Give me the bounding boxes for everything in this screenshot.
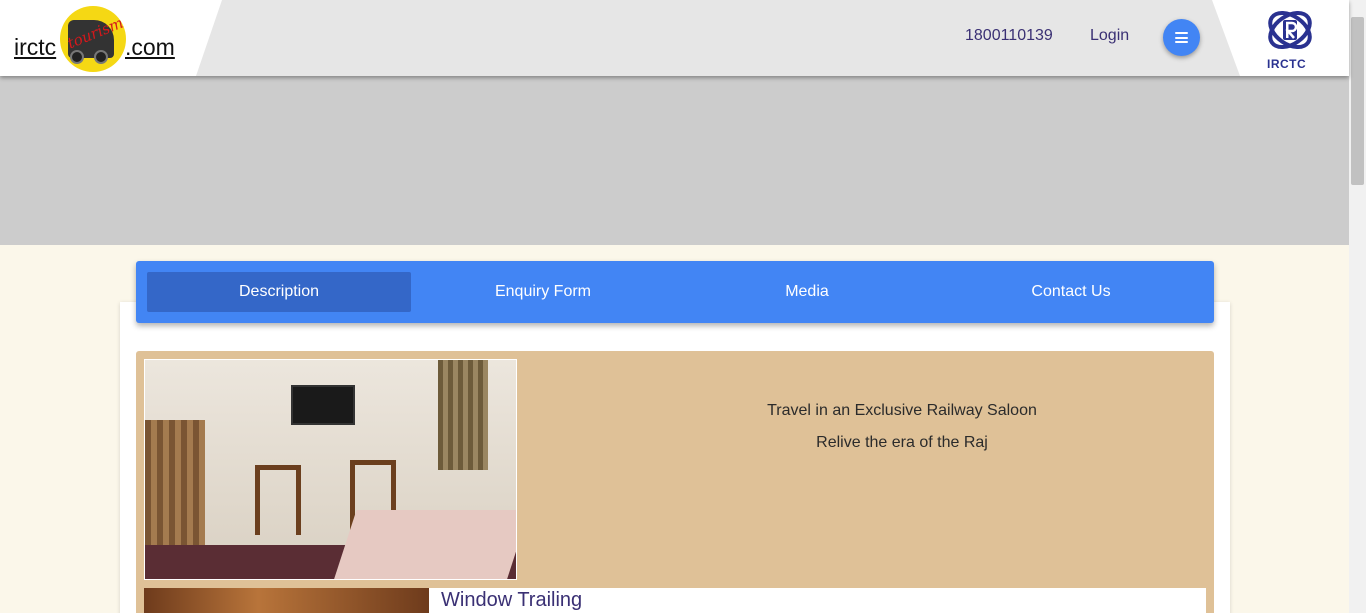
scrollbar-thumb[interactable] bbox=[1351, 17, 1364, 185]
menu-button[interactable] bbox=[1163, 19, 1200, 56]
tab-media[interactable]: Media bbox=[675, 272, 939, 312]
logo-text-com: .com bbox=[125, 34, 175, 60]
helpline-number[interactable]: 1800110139 bbox=[965, 27, 1053, 45]
hero-banner bbox=[0, 76, 1349, 245]
site-header: irctc tourism .com 1800110139 Login IRCT… bbox=[0, 0, 1349, 76]
tab-enquiry-form[interactable]: Enquiry Form bbox=[411, 272, 675, 312]
irctc-tourism-logo[interactable]: irctc tourism .com bbox=[0, 0, 222, 76]
tagline-secondary: Relive the era of the Raj bbox=[816, 434, 988, 451]
irctc-label: IRCTC bbox=[1267, 57, 1307, 71]
irctc-emblem-icon bbox=[1268, 10, 1312, 50]
saloon-interior-photo bbox=[144, 359, 517, 580]
tab-description[interactable]: Description bbox=[147, 272, 411, 312]
tagline-primary: Travel in an Exclusive Railway Saloon bbox=[767, 402, 1037, 419]
irctc-brand-logo[interactable]: IRCTC bbox=[1212, 0, 1349, 76]
logo-text-irctc: irctc bbox=[14, 34, 57, 60]
window-trailing-photo bbox=[144, 588, 429, 613]
feature-title: Window Trailing bbox=[441, 589, 583, 611]
tab-bar: Description Enquiry Form Media Contact U… bbox=[136, 261, 1214, 323]
hamburger-icon bbox=[1175, 32, 1188, 43]
login-link[interactable]: Login bbox=[1090, 27, 1129, 45]
page-scrollbar[interactable] bbox=[1349, 0, 1366, 613]
tab-contact-us[interactable]: Contact Us bbox=[939, 272, 1203, 312]
